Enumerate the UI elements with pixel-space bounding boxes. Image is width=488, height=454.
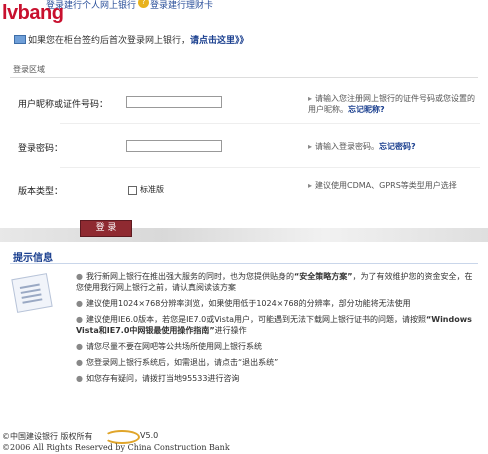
tip-item: ● 如您存有疑问，请拨打当地95533进行咨询 [76,374,240,383]
divider [60,123,480,124]
password-label: 登录密码： [18,144,64,154]
blurred-band [0,228,488,242]
username-input[interactable] [126,96,222,108]
tip-item: ● 我行新网上银行在推出强大服务的同时，也为您提供贴身的“安全策略方案”，为了有效… [76,272,473,292]
login-button[interactable]: 登 录 [80,220,132,237]
card-login-link[interactable]: 登录建行理财卡 [150,0,213,11]
divider [10,77,478,78]
tips-title: 提示信息 [13,253,53,264]
tip-item: ● 您登录网上银行系统后，如需退出，请点击“退出系统” [76,358,279,367]
arrow-icon: ▸ [308,142,313,151]
copyright-english: ©2006 All Rights Reserved by China Const… [2,443,230,452]
watermark-logo: lvbang [2,2,64,24]
forgot-password-link[interactable]: 忘记密码? [379,142,416,151]
tip-item: ● 建议使用IE6.0版本，若您是IE7.0或Vista用户，可能遇到无法下载网上… [76,315,472,335]
forgot-nickname-link[interactable]: 忘记昵称? [348,105,385,114]
standard-version-checkbox[interactable] [128,186,137,195]
notepad-icon [11,273,53,313]
first-login-link[interactable]: 请点击这里》》 [190,36,249,46]
login-section-title: 登录区域 [13,65,45,74]
version-hint: ▸ 建议使用CDMA、GPRS等类型用户选择 [308,181,457,190]
username-hint: ▸ 请输入您注册网上银行的证件号码或您设置的用户昵称。忘记昵称? [308,94,476,114]
password-input[interactable] [126,140,222,152]
version-text: V5.0 [140,431,159,440]
help-badge-icon: ? [138,0,149,8]
arrow-icon: ▸ [308,94,313,103]
logo-swirl-icon [104,430,140,444]
arrow-icon: ▸ [308,181,313,190]
card-icon [14,35,26,44]
divider [60,167,480,168]
version-label: 版本类型： [18,187,64,197]
top-bar: 登录建行个人网上银行 ? 登录建行理财卡 [0,0,488,11]
password-hint: ▸ 请输入登录密码。忘记密码? [308,142,416,151]
first-login-notice: 如果您在柜台签约后首次登录网上银行，请点击这里》》 [14,33,249,46]
copyright-text: ©中国建设银行 版权所有 [2,432,93,441]
standard-version-label: 标准版 [140,185,164,194]
notice-text: 如果您在柜台签约后首次登录网上银行， [28,36,191,46]
tip-item: ● 请您尽量不要在网吧等公共场所使用网上银行系统 [76,342,262,351]
username-label: 用户昵称或证件号码： [18,100,109,110]
tips-divider [10,263,478,264]
tip-item: ● 建议使用1024×768分辨率浏览，如果使用低于1024×768的分辨率，部分… [76,299,411,308]
